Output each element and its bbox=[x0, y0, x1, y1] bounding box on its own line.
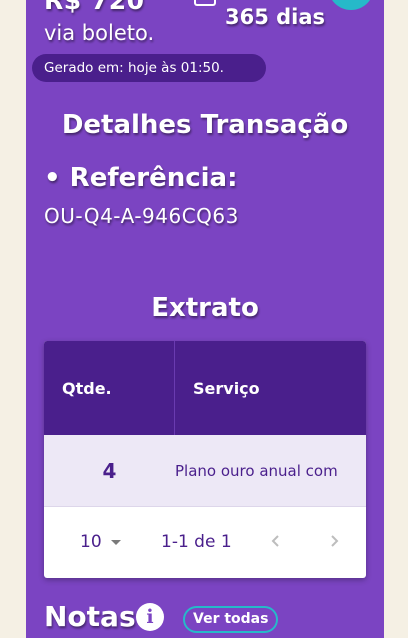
plan-duration: 365 dias bbox=[225, 5, 326, 29]
payment-amount: R$ 720 bbox=[44, 0, 145, 15]
details-title: Detalhes Transação bbox=[61, 110, 349, 140]
column-header-qty[interactable]: Qtde. bbox=[44, 341, 175, 435]
view-all-button[interactable]: Ver todas bbox=[183, 606, 279, 633]
rows-per-page-value: 10 bbox=[80, 532, 102, 552]
rows-per-page-select[interactable]: 10 bbox=[80, 532, 121, 552]
info-icon[interactable]: i bbox=[136, 603, 164, 631]
table-header: Qtde. Serviço bbox=[44, 341, 366, 435]
statement-title: Extrato bbox=[151, 293, 259, 323]
chevron-left-icon bbox=[271, 535, 279, 547]
next-page-button[interactable] bbox=[322, 529, 346, 553]
generated-badge: Gerado em: hoje às 01:50. bbox=[32, 54, 266, 82]
reference-label: • Referência: bbox=[44, 163, 238, 193]
avatar[interactable] bbox=[328, 0, 374, 10]
row-qty: 4 bbox=[102, 458, 117, 483]
reference-value: OU-Q4-A-946CQ63 bbox=[44, 204, 239, 228]
pagination-range: 1-1 de 1 bbox=[161, 532, 232, 552]
previous-page-button[interactable] bbox=[264, 529, 288, 553]
chevron-right-icon bbox=[331, 535, 339, 547]
table-row[interactable]: 4 Plano ouro anual com bbox=[44, 435, 366, 507]
table-pagination: 10 1-1 de 1 bbox=[44, 507, 366, 578]
payment-method: via boleto. bbox=[44, 21, 155, 45]
calendar-icon bbox=[194, 0, 216, 6]
statement-table: Qtde. Serviço 4 Plano ouro anual com 10 … bbox=[44, 341, 366, 578]
transaction-card: R$ 720 via boleto. 365 dias Gerado em: h… bbox=[26, 0, 384, 638]
notes-title: Notas bbox=[44, 600, 136, 633]
column-header-service[interactable]: Serviço bbox=[175, 341, 366, 435]
caret-down-icon bbox=[110, 539, 121, 545]
row-service: Plano ouro anual com bbox=[175, 461, 338, 480]
